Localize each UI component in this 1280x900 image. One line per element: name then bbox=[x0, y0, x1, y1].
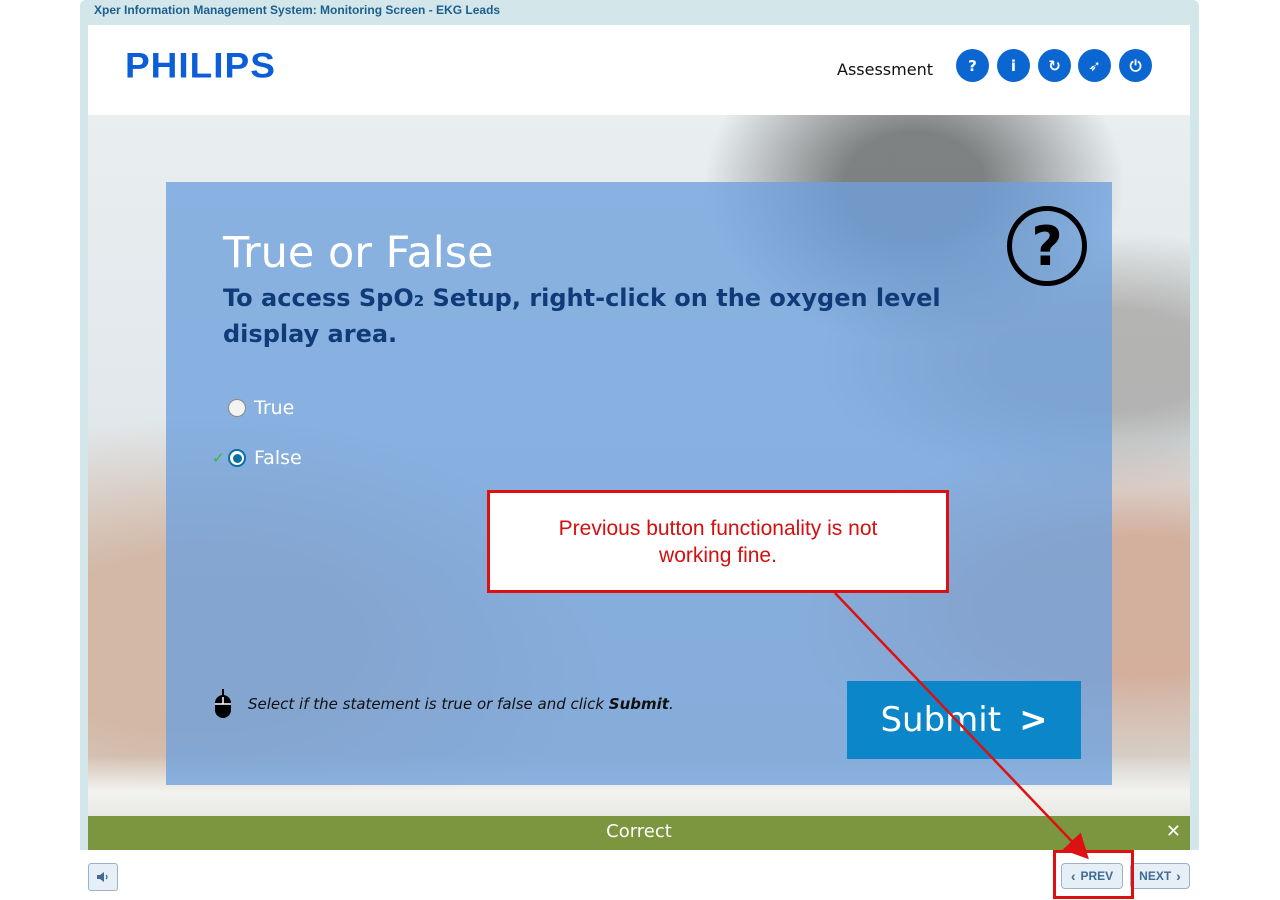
help-icon: ? bbox=[968, 56, 977, 75]
next-label: NEXT bbox=[1139, 869, 1172, 883]
option-true-label: True bbox=[254, 397, 295, 419]
compass-icon: ➶ bbox=[1088, 56, 1101, 75]
option-true[interactable]: True bbox=[228, 397, 294, 419]
refresh-icon: ↻ bbox=[1048, 56, 1061, 75]
correct-check-icon: ✓ bbox=[212, 449, 225, 467]
info-icon: i bbox=[1010, 56, 1017, 75]
refresh-button[interactable]: ↻ bbox=[1038, 49, 1071, 82]
radio-false[interactable] bbox=[228, 449, 246, 467]
course-header: PHILIPS Assessment ? i ↻ ➶ ⏻ bbox=[88, 25, 1190, 115]
bottom-bar bbox=[80, 850, 1199, 900]
radio-true[interactable] bbox=[228, 399, 246, 417]
annotation-highlight bbox=[1053, 850, 1134, 899]
chevron-right-icon: › bbox=[1176, 868, 1181, 884]
info-button[interactable]: i bbox=[997, 49, 1030, 82]
window-title: Xper Information Management System: Moni… bbox=[94, 3, 501, 17]
question-panel: True or False To access SpO2 Setup, righ… bbox=[166, 182, 1112, 785]
question-title: True or False bbox=[223, 228, 494, 278]
mouse-icon bbox=[215, 689, 231, 718]
option-false-label: False bbox=[254, 447, 302, 469]
course-content: PHILIPS Assessment ? i ↻ ➶ ⏻ True or Fal… bbox=[88, 25, 1190, 850]
next-button[interactable]: NEXT › bbox=[1130, 863, 1190, 889]
speaker-icon bbox=[97, 872, 108, 882]
power-icon: ⏻ bbox=[1129, 56, 1142, 75]
philips-logo: PHILIPS bbox=[125, 46, 276, 85]
question-mark-icon: ? bbox=[1007, 206, 1087, 286]
section-title: Assessment bbox=[837, 60, 933, 79]
instruction: Select if the statement is true or false… bbox=[214, 689, 674, 719]
audio-button[interactable] bbox=[88, 863, 118, 891]
close-icon[interactable]: ✕ bbox=[1166, 821, 1181, 842]
annotation-callout: Previous button functionality is not wor… bbox=[487, 490, 949, 593]
help-button[interactable]: ? bbox=[956, 49, 989, 82]
submit-button[interactable]: Submit > bbox=[847, 681, 1081, 759]
feedback-bar: Correct ✕ bbox=[88, 816, 1190, 850]
power-button[interactable]: ⏻ bbox=[1119, 49, 1152, 82]
question-statement: To access SpO2 Setup, right-click on the… bbox=[223, 284, 941, 348]
compass-button[interactable]: ➶ bbox=[1078, 49, 1111, 82]
submit-label: Submit bbox=[880, 700, 1002, 740]
feedback-text: Correct bbox=[606, 821, 672, 842]
option-false[interactable]: False bbox=[228, 447, 302, 469]
chevron-right-icon: > bbox=[1019, 700, 1048, 740]
